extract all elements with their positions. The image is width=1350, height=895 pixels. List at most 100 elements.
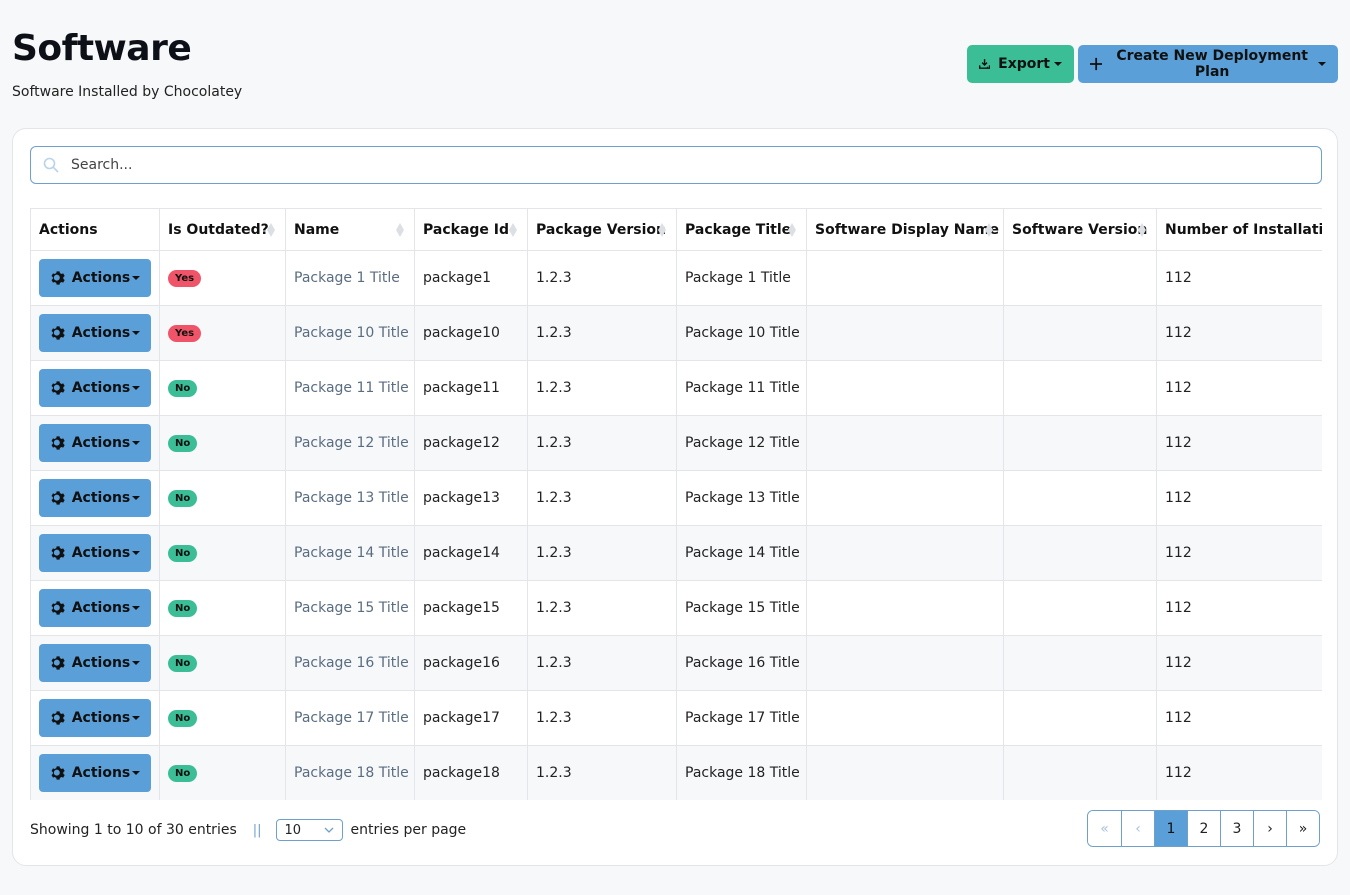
- search-box[interactable]: [30, 146, 1322, 184]
- row-actions-button[interactable]: Actions: [39, 589, 151, 627]
- header-actions: Export Create New Deployment Plan: [967, 45, 1338, 83]
- caret-down-icon: [132, 386, 141, 390]
- next-page-button[interactable]: ›: [1253, 811, 1286, 846]
- package-name-link[interactable]: Package 10 Title: [294, 325, 409, 341]
- column-header-label: Actions: [39, 221, 98, 238]
- software-display-name-cell: [806, 470, 1004, 526]
- table-row: Actions No Package 18 Title package18 1.2.3 P…: [30, 745, 1322, 800]
- row-actions-button[interactable]: Actions: [39, 259, 151, 297]
- search-icon: [31, 157, 71, 173]
- package-name-link[interactable]: Package 16 Title: [294, 655, 409, 671]
- row-actions-label: Actions: [71, 765, 131, 781]
- sort-icon[interactable]: [267, 222, 275, 237]
- last-page-button[interactable]: »: [1286, 811, 1319, 846]
- row-actions-label: Actions: [71, 325, 131, 341]
- column-header-label: Name: [294, 221, 340, 238]
- table-info: Showing 1 to 10 of 30 entries || 10 entr…: [30, 819, 466, 841]
- outdated-cell: No: [159, 470, 286, 526]
- outdated-cell: No: [159, 525, 286, 581]
- package-name-link[interactable]: Package 17 Title: [294, 710, 409, 726]
- actions-cell: Actions: [30, 635, 160, 691]
- package-name-link[interactable]: Package 11 Title: [294, 380, 409, 396]
- package-id-cell: package18: [414, 745, 528, 800]
- table-row: Actions Yes Package 10 Title package10 1.2.3…: [30, 305, 1322, 361]
- outdated-cell: No: [159, 415, 286, 471]
- name-cell: Package 18 Title: [285, 745, 415, 800]
- package-title-cell: Package 1 Title: [676, 250, 807, 306]
- column-header[interactable]: Package Title: [676, 208, 807, 251]
- package-id-cell: package13: [414, 470, 528, 526]
- column-header[interactable]: Is Outdated?: [159, 208, 286, 251]
- software-display-name-cell: [806, 415, 1004, 471]
- row-actions-button[interactable]: Actions: [39, 699, 151, 737]
- package-version-cell: 1.2.3: [527, 525, 677, 581]
- create-deployment-plan-button[interactable]: Create New Deployment Plan: [1078, 45, 1338, 83]
- table-row: Actions No Package 17 Title package17 1.2.3 P…: [30, 690, 1322, 746]
- row-actions-button[interactable]: Actions: [39, 534, 151, 572]
- column-header[interactable]: Package Id: [414, 208, 528, 251]
- installations-cell: 112: [1156, 360, 1322, 416]
- actions-cell: Actions: [30, 470, 160, 526]
- prev-page-button[interactable]: ‹: [1121, 811, 1154, 846]
- software-display-name-cell: [806, 635, 1004, 691]
- first-page-button[interactable]: «: [1088, 811, 1121, 846]
- row-actions-button[interactable]: Actions: [39, 314, 151, 352]
- sort-icon[interactable]: [985, 222, 993, 237]
- column-header[interactable]: Name: [285, 208, 415, 251]
- package-title-cell: Package 10 Title: [676, 305, 807, 361]
- page-1-button[interactable]: 1: [1154, 811, 1187, 846]
- name-cell: Package 17 Title: [285, 690, 415, 746]
- gear-icon: [50, 270, 66, 286]
- caret-down-icon: [1054, 62, 1062, 66]
- package-id-cell: package11: [414, 360, 528, 416]
- name-cell: Package 15 Title: [285, 580, 415, 636]
- column-header[interactable]: Package Version: [527, 208, 677, 251]
- package-version-cell: 1.2.3: [527, 690, 677, 746]
- export-button[interactable]: Export: [967, 45, 1074, 83]
- page-3-button[interactable]: 3: [1220, 811, 1253, 846]
- column-header[interactable]: Software Display Name: [806, 208, 1004, 251]
- row-actions-button[interactable]: Actions: [39, 644, 151, 682]
- entries-info: Showing 1 to 10 of 30 entries: [30, 822, 237, 838]
- outdated-cell: No: [159, 690, 286, 746]
- software-display-name-cell: [806, 250, 1004, 306]
- row-actions-button[interactable]: Actions: [39, 479, 151, 517]
- software-version-cell: [1003, 305, 1157, 361]
- sort-icon[interactable]: [396, 222, 404, 237]
- row-actions-button[interactable]: Actions: [39, 754, 151, 792]
- page-size-select[interactable]: 10: [275, 819, 343, 841]
- chevron-down-icon: [324, 827, 333, 833]
- package-name-link[interactable]: Package 13 Title: [294, 490, 409, 506]
- column-header: Actions: [30, 208, 160, 251]
- software-card: Actions Is Outdated? Name Package Id Package…: [12, 128, 1338, 866]
- package-name-link[interactable]: Package 18 Title: [294, 765, 409, 781]
- outdated-badge: No: [168, 490, 198, 507]
- sort-icon[interactable]: [658, 222, 666, 237]
- actions-cell: Actions: [30, 360, 160, 416]
- package-version-cell: 1.2.3: [527, 635, 677, 691]
- actions-cell: Actions: [30, 305, 160, 361]
- gear-icon: [50, 490, 66, 506]
- package-version-cell: 1.2.3: [527, 305, 677, 361]
- row-actions-button[interactable]: Actions: [39, 369, 151, 407]
- package-name-link[interactable]: Package 15 Title: [294, 600, 409, 616]
- outdated-badge: No: [168, 380, 198, 397]
- page-title: Software: [12, 28, 192, 69]
- package-name-link[interactable]: Package 12 Title: [294, 435, 409, 451]
- table-row: Actions No Package 16 Title package16 1.2.3 P…: [30, 635, 1322, 691]
- sort-icon[interactable]: [509, 222, 517, 237]
- sort-icon[interactable]: [788, 222, 796, 237]
- page-2-button[interactable]: 2: [1187, 811, 1220, 846]
- sort-icon[interactable]: [1138, 222, 1146, 237]
- package-name-link[interactable]: Package 14 Title: [294, 545, 409, 561]
- installations-cell: 112: [1156, 635, 1322, 691]
- column-header-label: Software Version: [1012, 221, 1148, 238]
- column-header[interactable]: Software Version: [1003, 208, 1157, 251]
- installations-cell: 112: [1156, 470, 1322, 526]
- search-input[interactable]: [71, 156, 1321, 174]
- row-actions-button[interactable]: Actions: [39, 424, 151, 462]
- package-title-cell: Package 15 Title: [676, 580, 807, 636]
- package-name-link[interactable]: Package 1 Title: [294, 270, 400, 286]
- column-header[interactable]: Number of Installations: [1156, 208, 1322, 251]
- name-cell: Package 12 Title: [285, 415, 415, 471]
